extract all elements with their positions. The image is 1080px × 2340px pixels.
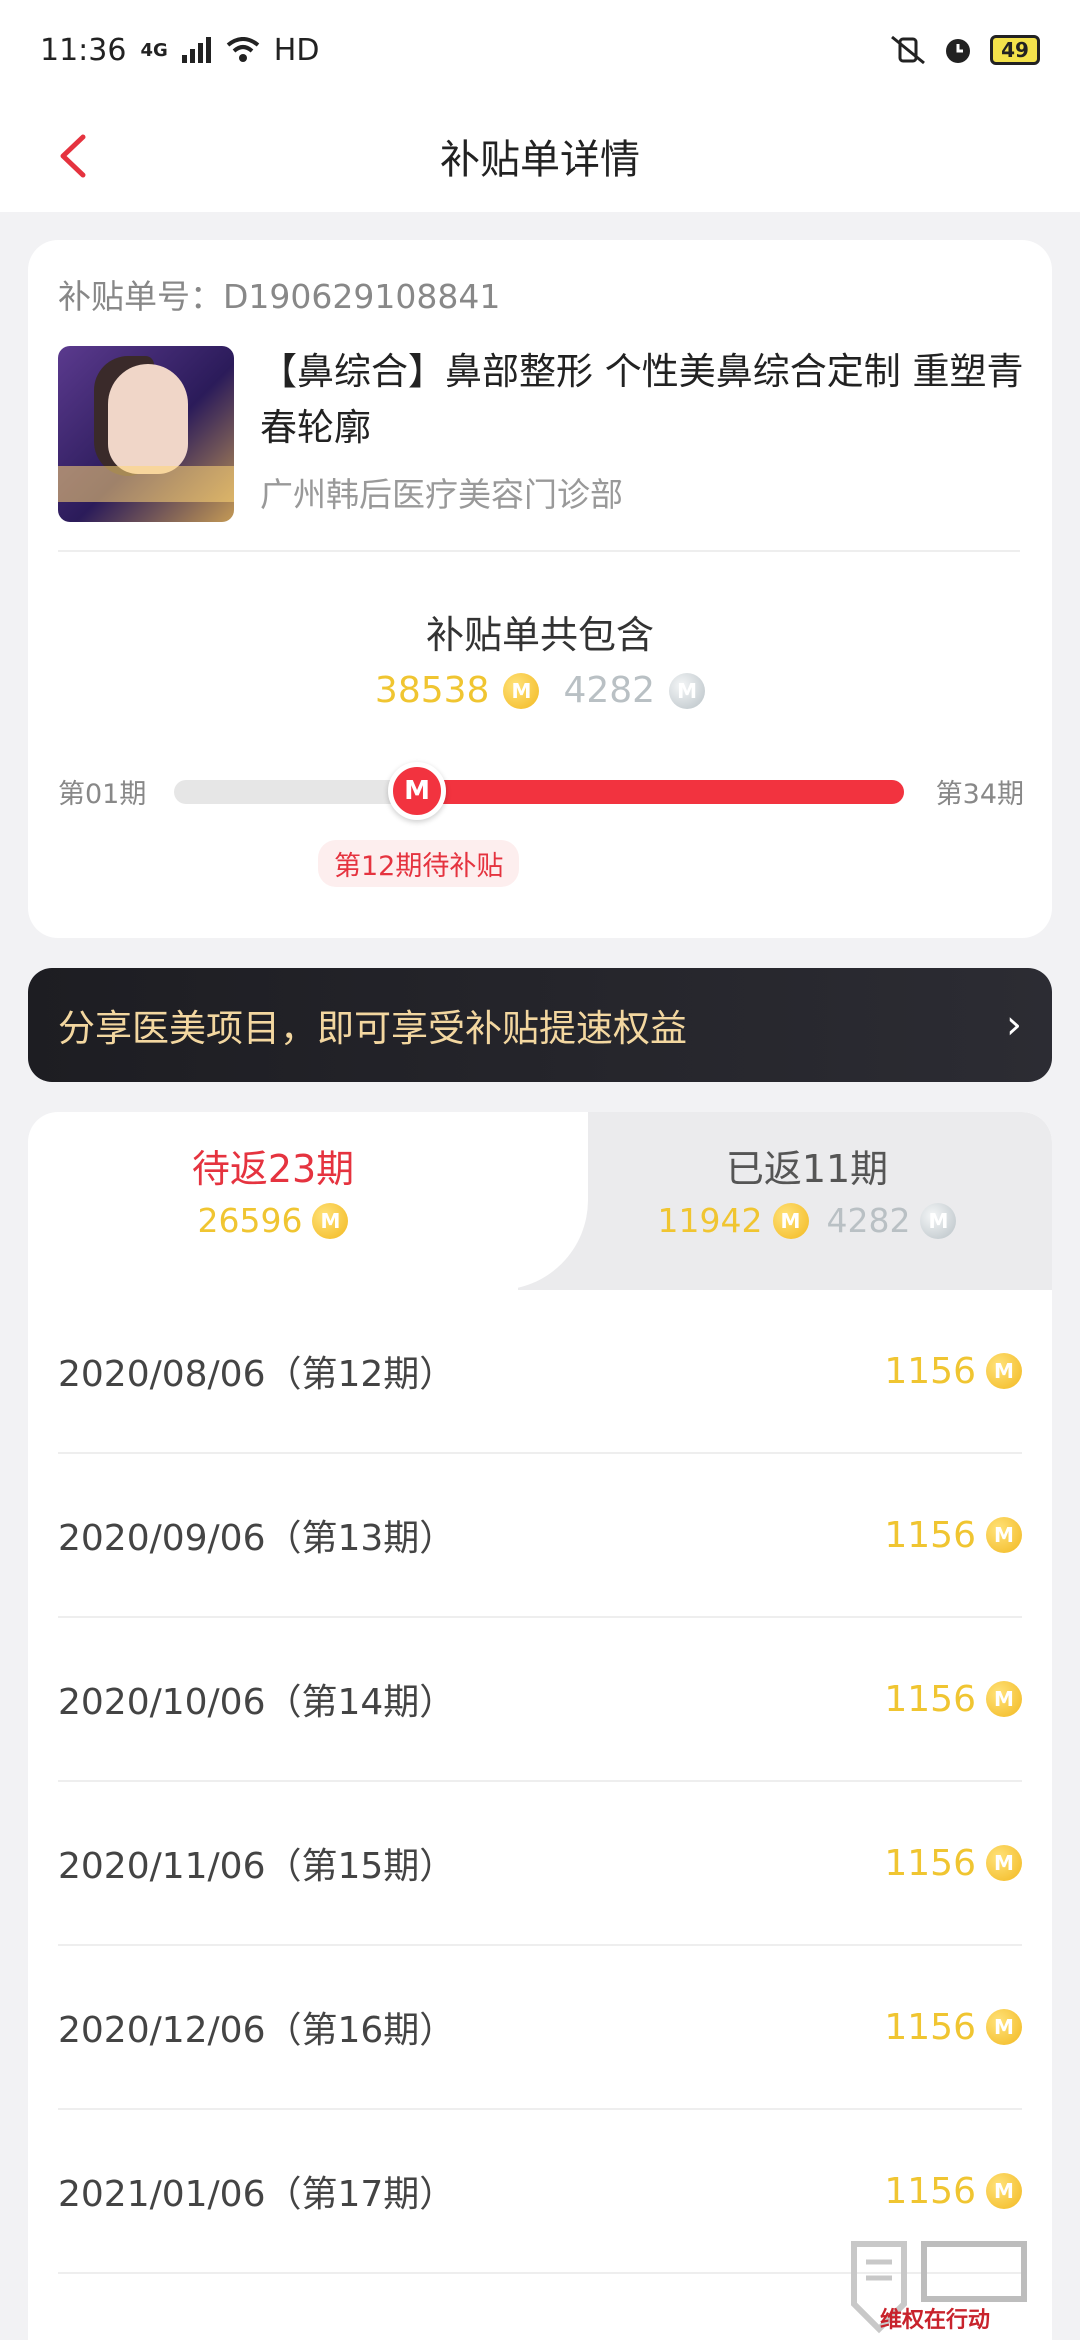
row-date: 2020/08/06（第12期） bbox=[58, 1354, 456, 1395]
row-amount-value: 1156 bbox=[884, 2170, 976, 2212]
list-item: 2020/12/06（第16期） 1156 M bbox=[58, 1946, 1022, 2110]
order-number: 补贴单号：D190629108841 bbox=[58, 277, 501, 316]
row-amount-value: 1156 bbox=[884, 2006, 976, 2048]
hospital-name: 广州韩后医疗美容门诊部 bbox=[260, 475, 623, 514]
page-title: 补贴单详情 bbox=[440, 137, 640, 183]
product-thumbnail[interactable] bbox=[58, 346, 234, 522]
gold-coin-icon: M bbox=[986, 2009, 1022, 2045]
thumbnail-face-shape bbox=[108, 364, 188, 474]
pending-period-badge: 第12期待补贴 bbox=[318, 840, 520, 887]
divider bbox=[58, 550, 1020, 552]
hd-label: HD bbox=[273, 32, 320, 68]
row-date: 2020/10/06（第14期） bbox=[58, 1682, 456, 1723]
gold-coin-icon: M bbox=[986, 1353, 1022, 1389]
share-banner[interactable]: 分享医美项目，即可享受补贴提速权益 › bbox=[28, 968, 1052, 1082]
gold-total: 38538 bbox=[374, 670, 490, 711]
gold-coin-icon: M bbox=[986, 2173, 1022, 2209]
tab-returned-title: 已返11期 bbox=[725, 1147, 889, 1191]
tab-returned[interactable]: 已返11期 11942 M 4282 M bbox=[562, 1138, 1052, 1240]
row-amount-value: 1156 bbox=[884, 1514, 976, 1556]
summary-title: 补贴单共包含 bbox=[425, 613, 654, 657]
status-left: 11:36 4G HD bbox=[40, 33, 319, 68]
silver-coin-icon: M bbox=[669, 672, 706, 709]
tab-pending-gold: 26596 bbox=[197, 1201, 303, 1240]
status-time: 11:36 bbox=[40, 32, 127, 68]
alarm-icon bbox=[946, 39, 970, 63]
chevron-right-icon: › bbox=[1006, 1002, 1022, 1048]
chevron-left-icon bbox=[60, 134, 86, 178]
row-amount: 1156 M bbox=[884, 1351, 1022, 1392]
gold-coin-icon: M bbox=[772, 1202, 809, 1239]
row-amount: 1156 M bbox=[884, 2007, 1022, 2048]
schedule-list: 2020/08/06（第12期） 1156 M 2020/09/06（第13期）… bbox=[28, 1290, 1052, 2274]
tab-pending-amounts: 26596 M bbox=[28, 1201, 518, 1240]
tab-pending[interactable]: 待返23期 26596 M bbox=[28, 1138, 518, 1240]
row-date: 2021/01/06（第17期） bbox=[58, 2174, 456, 2215]
header: 补贴单详情 bbox=[0, 100, 1080, 212]
schedule-card: 待返23期 26596 M 已返11期 11942 M 4282 M 2020/… bbox=[28, 1112, 1052, 2340]
back-button[interactable] bbox=[44, 128, 100, 184]
wifi-icon bbox=[226, 37, 260, 62]
summary-totals: 38538 M 4282 M bbox=[28, 670, 1052, 711]
battery-icon: 49 bbox=[990, 35, 1040, 65]
row-amount: 1156 M bbox=[884, 1843, 1022, 1884]
progress-marker-icon: M bbox=[388, 762, 446, 820]
list-item: 2020/11/06（第15期） 1156 M bbox=[58, 1782, 1022, 1946]
silver-total: 4282 bbox=[563, 670, 656, 711]
share-text: 分享医美项目，即可享受补贴提速权益 bbox=[58, 1007, 687, 1050]
gold-coin-icon: M bbox=[986, 1681, 1022, 1717]
tab-returned-silver: 4282 bbox=[826, 1201, 911, 1240]
gold-coin-icon: M bbox=[312, 1202, 349, 1239]
list-item: 2020/08/06（第12期） 1156 M bbox=[58, 1290, 1022, 1454]
mute-vibrate-icon bbox=[891, 35, 925, 65]
period-end: 第34期 bbox=[935, 779, 1024, 810]
gold-coin-icon: M bbox=[986, 1845, 1022, 1881]
period-start: 第01期 bbox=[58, 779, 147, 810]
watermark-text: 维权在行动 bbox=[880, 2308, 991, 2333]
row-amount-value: 1156 bbox=[884, 1678, 976, 1720]
status-right: 49 bbox=[890, 34, 1040, 66]
signal-icon bbox=[181, 37, 211, 63]
row-date: 2020/11/06（第15期） bbox=[58, 1846, 456, 1887]
row-date: 2020/12/06（第16期） bbox=[58, 2010, 456, 2051]
list-item: 2020/09/06（第13期） 1156 M bbox=[58, 1454, 1022, 1618]
gold-coin-icon: M bbox=[986, 1517, 1022, 1553]
row-amount: 1156 M bbox=[884, 1515, 1022, 1556]
silver-coin-icon: M bbox=[920, 1202, 957, 1239]
thumbnail-banner-shape bbox=[58, 466, 234, 502]
row-date: 2020/09/06（第13期） bbox=[58, 1518, 456, 1559]
period-progress-bar: M bbox=[174, 762, 904, 820]
period-progress-fill bbox=[417, 780, 904, 804]
row-amount: 1156 M bbox=[884, 2171, 1022, 2212]
row-amount-value: 1156 bbox=[884, 1350, 976, 1392]
row-amount: 1156 M bbox=[884, 1679, 1022, 1720]
row-amount-value: 1156 bbox=[884, 1842, 976, 1884]
battery-level: 49 bbox=[1001, 38, 1029, 62]
tab-pending-title: 待返23期 bbox=[191, 1147, 355, 1191]
order-card: 补贴单号：D190629108841 【鼻综合】鼻部整形 个性美鼻综合定制 重塑… bbox=[28, 240, 1052, 938]
product-title[interactable]: 【鼻综合】鼻部整形 个性美鼻综合定制 重塑青春轮廓 bbox=[260, 344, 1030, 456]
gold-coin-icon: M bbox=[503, 672, 540, 709]
tab-returned-gold: 11942 bbox=[657, 1201, 763, 1240]
list-item: 2020/10/06（第14期） 1156 M bbox=[58, 1618, 1022, 1782]
status-bar: 11:36 4G HD 49 bbox=[0, 0, 1080, 100]
network-icon: 4G bbox=[140, 39, 168, 61]
tab-returned-amounts: 11942 M 4282 M bbox=[562, 1201, 1052, 1240]
